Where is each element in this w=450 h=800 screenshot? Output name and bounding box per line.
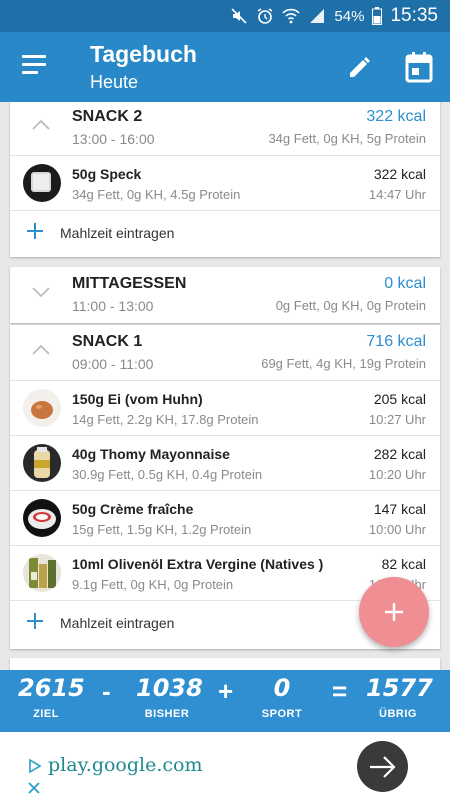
- page-subtitle: Heute: [90, 72, 139, 92]
- chevron-down-icon[interactable]: [30, 281, 52, 303]
- food-entry[interactable]: 150g Ei (vom Huhn) 14g Fett, 2.2g KH, 17…: [10, 381, 440, 436]
- ad-info-icon[interactable]: [28, 758, 42, 774]
- food-kcal: 322 kcal: [373, 166, 426, 182]
- meal-header-snack1[interactable]: SNACK 1 09:00 - 11:00 716 kcal 69g Fett,…: [10, 325, 440, 381]
- wifi-icon: [282, 8, 301, 24]
- food-name: 50g Speck: [72, 166, 142, 182]
- food-macros: 34g Fett, 0g KH, 4.5g Protein: [72, 187, 241, 202]
- calendar-icon[interactable]: [404, 51, 434, 83]
- remaining-label: ÜBRIG: [379, 708, 417, 720]
- food-macros: 30.9g Fett, 0.5g KH, 0.4g Protein: [72, 467, 263, 482]
- meal-kcal: 322 kcal: [366, 108, 426, 125]
- food-kcal: 82 kcal: [381, 556, 426, 572]
- battery-percent: 54%: [334, 7, 365, 25]
- olive-oil-thumbnail: [23, 554, 61, 592]
- signal-icon: [310, 9, 325, 23]
- meal-time: 09:00 - 11:00: [72, 356, 154, 372]
- so-far-label: BISHER: [144, 708, 190, 720]
- minus-sign: -: [102, 676, 111, 706]
- food-entry[interactable]: 40g Thomy Mayonnaise 30.9g Fett, 0.5g KH…: [10, 436, 440, 491]
- egg-thumbnail: [23, 389, 61, 427]
- creme-fraiche-thumbnail: [23, 499, 61, 537]
- remaining-value: 1577: [366, 674, 433, 702]
- battery-icon: [372, 7, 383, 25]
- summary-so-far: 1038 BISHER: [136, 674, 203, 720]
- meal-macros: 69g Fett, 4g KH, 19g Protein: [261, 356, 426, 371]
- ad-banner[interactable]: play.google.com: [0, 732, 450, 800]
- food-name: 150g Ei (vom Huhn): [72, 391, 203, 407]
- meal-kcal: 0 kcal: [384, 275, 426, 292]
- plus-icon: [27, 613, 43, 629]
- menu-icon[interactable]: [22, 55, 48, 77]
- meal-time: 13:00 - 16:00: [72, 131, 155, 147]
- plus-sign: +: [218, 676, 234, 706]
- add-meal-button[interactable]: Mahlzeit eintragen: [10, 211, 440, 255]
- food-thumbnail: [23, 164, 61, 202]
- meal-macros: 0g Fett, 0g KH, 0g Protein: [275, 298, 426, 313]
- sport-value: 0: [273, 674, 291, 702]
- ad-url[interactable]: play.google.com: [48, 754, 202, 776]
- food-name: 50g Crème fraîche: [72, 501, 194, 517]
- sport-label: SPORT: [261, 708, 303, 720]
- chevron-up-icon[interactable]: [30, 339, 52, 361]
- summary-remaining: 1577 ÜBRIG: [366, 674, 433, 720]
- meal-macros: 34g Fett, 0g KH, 5g Protein: [268, 131, 426, 146]
- ad-close-icon[interactable]: [28, 782, 40, 794]
- food-kcal: 205 kcal: [373, 391, 426, 407]
- food-kcal: 282 kcal: [373, 446, 426, 462]
- meal-card-snack2: SNACK 2 13:00 - 16:00 322 kcal 34g Fett,…: [10, 102, 440, 257]
- food-entry[interactable]: 50g Crème fraîche 15g Fett, 1.5g KH, 1.2…: [10, 491, 440, 546]
- food-entry[interactable]: 50g Speck 34g Fett, 0g KH, 4.5g Protein …: [10, 156, 440, 211]
- mute-icon: [231, 8, 247, 24]
- food-time: 14:47 Uhr: [368, 187, 426, 202]
- pencil-icon[interactable]: [346, 53, 374, 81]
- food-macros: 14g Fett, 2.2g KH, 17.8g Protein: [72, 412, 259, 427]
- plus-icon: [385, 603, 403, 621]
- food-name: 10ml Olivenöl Extra Vergine (Natives ): [72, 556, 324, 572]
- goal-label: ZIEL: [33, 708, 59, 720]
- equals-sign: =: [332, 676, 348, 706]
- food-time: 10:20 Uhr: [368, 467, 426, 482]
- meal-header-snack2[interactable]: SNACK 2 13:00 - 16:00 322 kcal 34g Fett,…: [10, 102, 440, 156]
- food-time: 10:00 Uhr: [368, 522, 426, 537]
- meal-name: MITTAGESSEN: [72, 275, 187, 292]
- mayonnaise-thumbnail: [23, 444, 61, 482]
- calorie-summary-bar: 2615 ZIEL - 1038 BISHER + 0 SPORT = 1577…: [0, 670, 450, 732]
- meal-kcal: 716 kcal: [366, 333, 426, 350]
- meal-header-mittagessen[interactable]: MITTAGESSEN 11:00 - 13:00 0 kcal 0g Fett…: [10, 267, 440, 323]
- meal-name: SNACK 2: [72, 108, 143, 125]
- food-time: 10:27 Uhr: [368, 412, 426, 427]
- add-entry-fab[interactable]: [359, 577, 429, 647]
- add-meal-label: Mahlzeit eintragen: [60, 225, 175, 241]
- meal-time: 11:00 - 13:00: [72, 298, 154, 314]
- clock: 15:35: [390, 5, 438, 26]
- alarm-icon: [258, 8, 273, 24]
- app-bar: Tagebuch Heute: [0, 32, 450, 102]
- goal-value: 2615: [18, 674, 85, 702]
- chevron-up-icon[interactable]: [30, 114, 52, 136]
- food-kcal: 147 kcal: [373, 501, 426, 517]
- page-title: Tagebuch: [90, 41, 197, 67]
- ad-go-button[interactable]: [357, 741, 408, 792]
- food-name: 40g Thomy Mayonnaise: [72, 446, 230, 462]
- status-bar: 54% 15:35: [0, 0, 450, 32]
- add-meal-label: Mahlzeit eintragen: [60, 615, 175, 631]
- food-macros: 15g Fett, 1.5g KH, 1.2g Protein: [72, 522, 252, 537]
- meal-card-mittagessen: MITTAGESSEN 11:00 - 13:00 0 kcal 0g Fett…: [10, 267, 440, 323]
- summary-sport: 0 SPORT: [256, 674, 308, 720]
- meal-name: SNACK 1: [72, 333, 143, 350]
- summary-goal: 2615 ZIEL: [18, 674, 85, 720]
- arrow-right-icon: [370, 756, 396, 778]
- plus-icon: [27, 223, 43, 239]
- so-far-value: 1038: [136, 674, 203, 702]
- food-macros: 9.1g Fett, 0g KH, 0g Protein: [72, 577, 234, 592]
